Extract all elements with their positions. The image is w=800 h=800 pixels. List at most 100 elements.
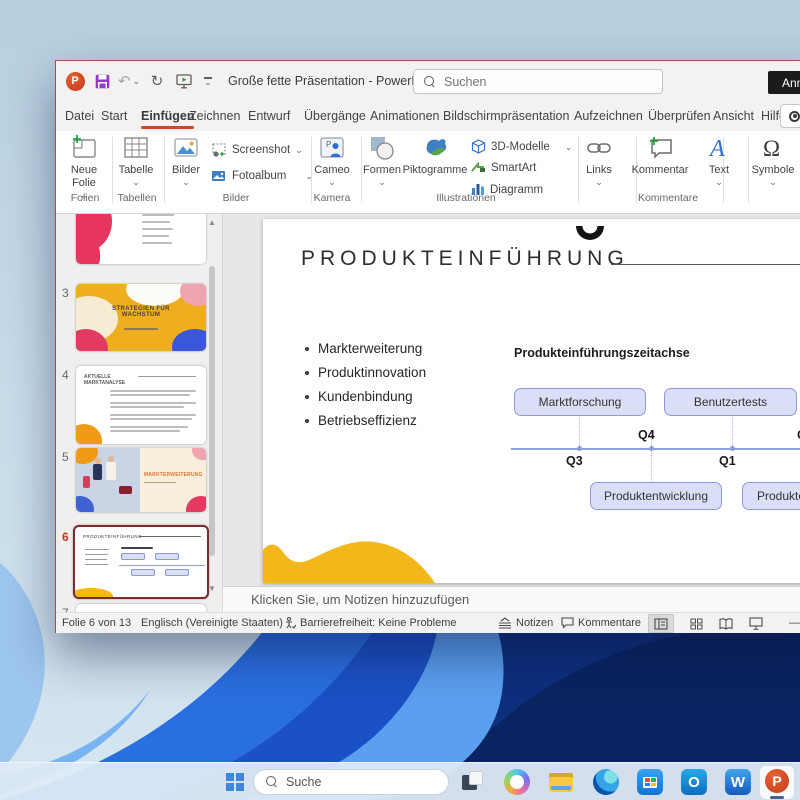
- slide-number: 3: [62, 286, 69, 300]
- 3d-cube-icon: [471, 139, 486, 154]
- figure: [83, 476, 90, 488]
- accessibility-status[interactable]: Barrierefreiheit: Keine Probleme: [284, 617, 457, 629]
- slide-editor-area: PRODUKTEINFÜHRUNG Markterweiterung Produ…: [223, 214, 800, 586]
- reading-view-button[interactable]: [713, 614, 739, 633]
- chevron-down-icon: ⌄: [715, 179, 723, 185]
- figure-head: [108, 456, 114, 462]
- slide-thumbnail-2[interactable]: [76, 214, 206, 264]
- current-slide-canvas[interactable]: PRODUKTEINFÜHRUNG Markterweiterung Produ…: [263, 219, 800, 583]
- decorative-blob: [73, 588, 113, 599]
- slide-title[interactable]: PRODUKTEINFÜHRUNG: [301, 247, 629, 271]
- bullet-list[interactable]: Markterweiterung Produktinnovation Kunde…: [305, 337, 426, 433]
- symbols-button[interactable]: Ω Symbole ⌄: [746, 134, 800, 185]
- timeline-diagram[interactable]: Produkteinführungszeitachse Marktforschu…: [514, 346, 800, 526]
- slide-thumbnail-6-selected[interactable]: PRODUKTEINFÜHRUNG: [73, 525, 209, 599]
- chevron-down-icon: ⌄: [132, 179, 140, 185]
- tab-start[interactable]: Start: [99, 101, 129, 131]
- comment-button[interactable]: Kommentar: [628, 134, 692, 177]
- cameo-button[interactable]: P Cameo ⌄: [308, 134, 356, 185]
- tab-animationen[interactable]: Animationen: [368, 101, 442, 131]
- scroll-up-arrow[interactable]: ▲: [206, 218, 218, 227]
- sign-in-button[interactable]: Anme: [768, 71, 800, 94]
- 3d-models-button[interactable]: 3D-Modelle⌄: [471, 139, 572, 154]
- edge-icon[interactable]: [593, 769, 619, 795]
- slide-thumbnail-7[interactable]: [76, 604, 206, 612]
- comment-icon: [646, 134, 674, 162]
- record-icon: [789, 111, 800, 122]
- comments-toggle[interactable]: Kommentare: [561, 617, 641, 629]
- new-slide-icon: [70, 134, 98, 162]
- icons-button[interactable]: Piktogramme: [404, 134, 466, 177]
- link-icon: [585, 134, 613, 162]
- start-button[interactable]: [222, 769, 248, 795]
- slideshow-view-button[interactable]: [743, 614, 769, 633]
- chevron-down-icon: ⌄: [328, 179, 336, 185]
- file-explorer-icon[interactable]: [548, 769, 574, 795]
- photo-album-icon: [211, 169, 227, 183]
- redo-icon[interactable]: ↻: [148, 70, 166, 92]
- bullet-icon: [305, 419, 309, 423]
- decorative-blob: [126, 284, 184, 306]
- tab-entwurf[interactable]: Entwurf: [246, 101, 292, 131]
- taskbar-search[interactable]: Suche: [253, 769, 449, 795]
- powerpoint-taskbar-icon-active[interactable]: P: [760, 766, 794, 799]
- tab-ueberpruefen[interactable]: Überprüfen: [646, 101, 713, 131]
- links-button[interactable]: Links ⌄: [576, 134, 622, 185]
- normal-view-button[interactable]: [648, 614, 674, 633]
- zoom-out-button[interactable]: —: [789, 617, 800, 629]
- search-input[interactable]: [444, 75, 624, 89]
- pictures-button[interactable]: Bilder ⌄: [164, 134, 208, 185]
- chevron-down-icon: ⌄: [595, 179, 603, 185]
- screenshot-button[interactable]: Screenshot⌄: [211, 143, 303, 157]
- microsoft-store-icon[interactable]: [637, 769, 663, 795]
- tab-zeichnen[interactable]: Zeichnen: [187, 101, 242, 131]
- bullet-icon: [305, 395, 309, 399]
- scrollbar-thumb[interactable]: [209, 266, 215, 556]
- copilot-icon[interactable]: [504, 769, 530, 795]
- timeline-box-marktforschung[interactable]: Marktforschung: [514, 388, 646, 416]
- save-icon[interactable]: [92, 70, 112, 92]
- thumbnail-title: STRATEGIEN FÜR WACHSTUM: [101, 306, 181, 318]
- text-button[interactable]: A Text ⌄: [696, 134, 742, 185]
- language-indicator[interactable]: Englisch (Vereinigte Staaten): [141, 617, 283, 629]
- timeline-point: [730, 446, 735, 451]
- bullet-icon: [305, 347, 309, 351]
- tab-bildschirmpraesentation[interactable]: Bildschirmpräsentation: [441, 101, 571, 131]
- timeline-label-q1: Q1: [719, 454, 736, 468]
- shapes-button[interactable]: Formen ⌄: [359, 134, 405, 185]
- ribbon-search-box[interactable]: [413, 69, 663, 94]
- table-button[interactable]: Tabelle ⌄: [112, 134, 160, 185]
- slide-number: 4: [62, 368, 69, 382]
- notes-toggle[interactable]: Notizen: [498, 617, 553, 629]
- timeline-box-produktentwicklung[interactable]: Produktentwicklung: [590, 482, 722, 510]
- task-view-icon[interactable]: [460, 769, 486, 795]
- word-icon[interactable]: W: [725, 769, 751, 795]
- start-presentation-icon[interactable]: [174, 70, 194, 92]
- powerpoint-window: P ↶⌄ ↻ ⌄ Große fette Präsentation - Powe…: [55, 60, 800, 633]
- slide-thumbnail-4[interactable]: AKTUELLE MARKTANALYSE: [76, 366, 206, 444]
- outlook-icon[interactable]: O: [681, 769, 707, 795]
- customize-qat-icon[interactable]: ⌄: [200, 70, 216, 92]
- slide-thumbnail-5[interactable]: MARKTERWEITERUNG: [76, 448, 206, 512]
- tab-datei[interactable]: Datei: [63, 101, 96, 131]
- svg-text:P: P: [326, 140, 331, 149]
- slide-sorter-view-button[interactable]: [683, 614, 709, 633]
- timeline-box-benutzertests[interactable]: Benutzertests: [664, 388, 797, 416]
- tab-ansicht[interactable]: Ansicht: [711, 101, 756, 131]
- search-icon: [266, 776, 278, 788]
- comments-icon: [561, 617, 574, 629]
- timeline-point: [577, 446, 582, 451]
- smartart-button[interactable]: SmartArt: [471, 161, 536, 174]
- desktop: P ↶⌄ ↻ ⌄ Große fette Präsentation - Powe…: [0, 0, 800, 800]
- notes-pane[interactable]: Klicken Sie, um Notizen hinzuzufügen: [223, 586, 800, 612]
- record-button[interactable]: A: [780, 104, 800, 128]
- scroll-down-arrow[interactable]: ▼: [206, 584, 218, 593]
- slide-thumbnail-3[interactable]: STRATEGIEN FÜR WACHSTUM: [76, 284, 206, 351]
- tab-uebergaenge[interactable]: Übergänge: [302, 101, 368, 131]
- photo-album-button[interactable]: Fotoalbum⌄: [211, 169, 313, 183]
- tab-aufzeichnen[interactable]: Aufzeichnen: [572, 101, 645, 131]
- thumbnail-title: PRODUKTEINFÜHRUNG: [83, 534, 142, 539]
- new-slide-button[interactable]: Neue Folie ⌄: [58, 134, 110, 198]
- title-bar: P ↶⌄ ↻ ⌄ Große fette Präsentation - Powe…: [56, 61, 800, 101]
- timeline-box-produkteinfuehrung[interactable]: Produkteinführung: [742, 482, 800, 510]
